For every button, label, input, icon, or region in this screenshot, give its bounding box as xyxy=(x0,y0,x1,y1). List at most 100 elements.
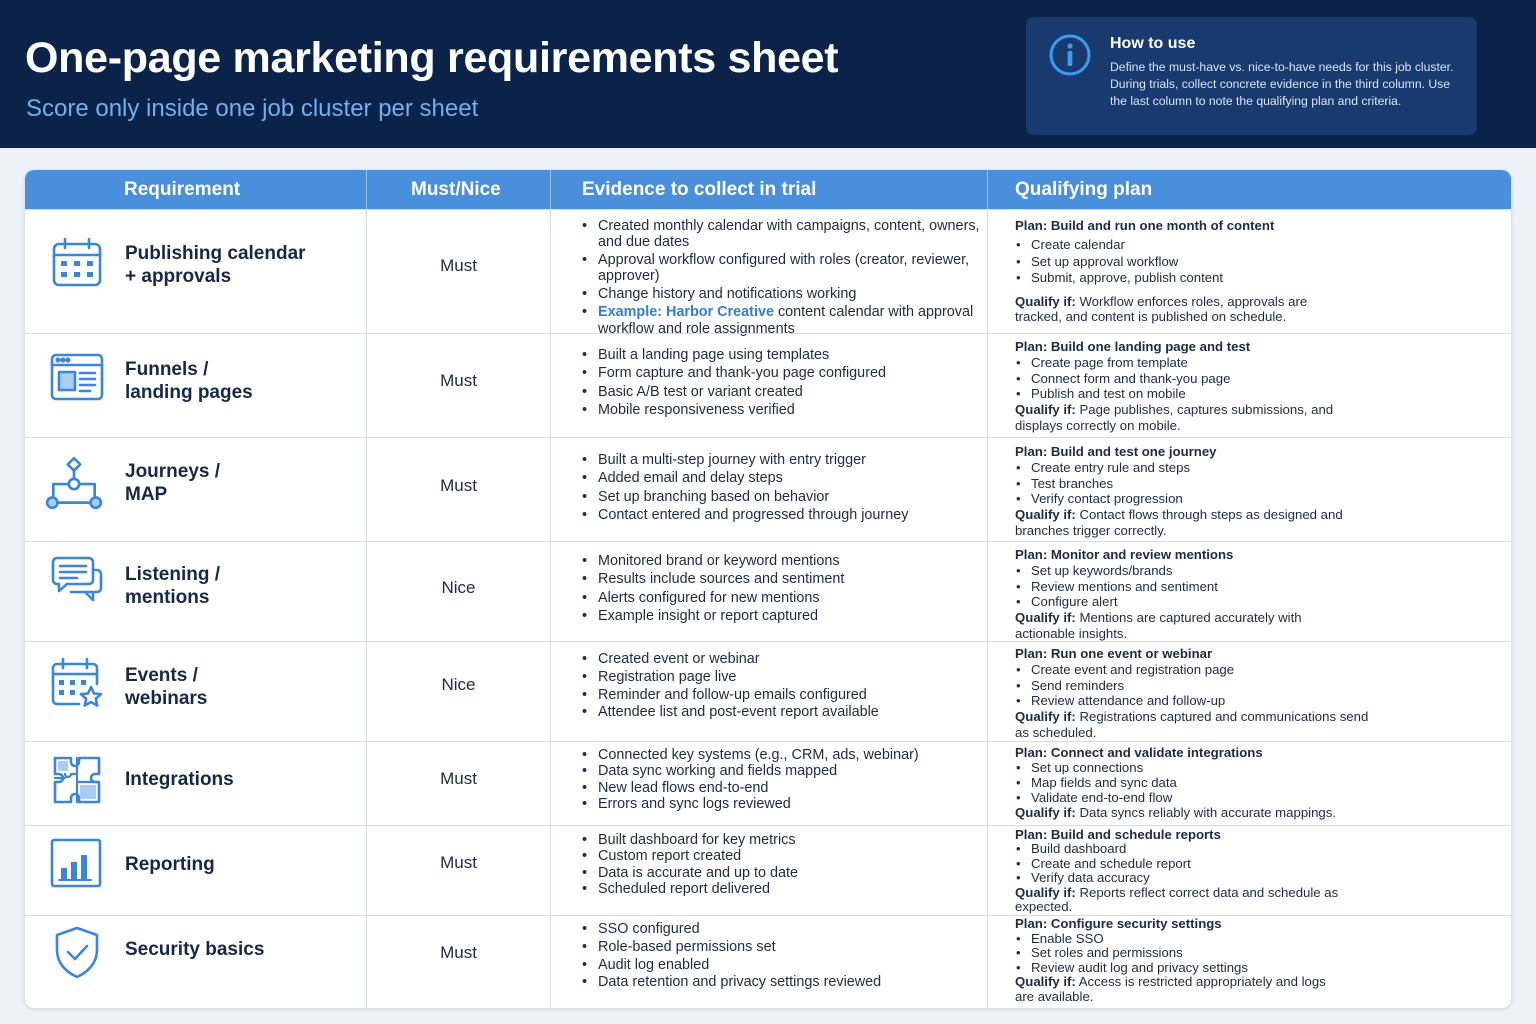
table-row: Funnels / landing pages Must Built a lan… xyxy=(25,333,1511,437)
plan-step: Enable SSO xyxy=(1015,931,1495,947)
plan-title: Plan: Build and run one month of content xyxy=(1015,218,1275,233)
table-row: Listening / mentions Nice Monitored bran… xyxy=(25,541,1511,641)
how-to-use-text: Define the must-have vs. nice-to-have ne… xyxy=(1110,60,1454,108)
evidence-list: Built dashboard for key metrics Custom r… xyxy=(582,832,982,899)
table-row: Integrations Must Connected key systems … xyxy=(25,741,1511,825)
plan-step: Review attendance and follow-up xyxy=(1015,693,1495,709)
qualifying-plan: Plan: Run one event or webinar Create ev… xyxy=(1015,646,1495,741)
page-title: One-page marketing requirements sheet xyxy=(25,34,839,82)
plan-title: Plan: Build one landing page and test xyxy=(1015,339,1251,354)
requirement-name: Integrations xyxy=(125,769,234,790)
plan-title: Plan: Monitor and review mentions xyxy=(1015,547,1234,562)
plan-step: Create calendar xyxy=(1015,237,1495,254)
qualify-criteria: Qualify if: Data syncs reliably with acc… xyxy=(1015,805,1337,820)
qualifying-plan: Plan: Build and run one month of content… xyxy=(1015,218,1495,324)
table-row: Journeys / MAP Must Built a multi-step j… xyxy=(25,437,1511,541)
table-row: Security basics Must SSO configured Role… xyxy=(25,915,1511,1008)
requirement-name: Journeys / MAP xyxy=(125,461,221,505)
evidence-item: Reminder and follow-up emails configured xyxy=(582,687,982,704)
evidence-item: Built dashboard for key metrics xyxy=(582,832,982,849)
qualify-criteria: Qualify if: Access is restricted appropr… xyxy=(1015,974,1326,1004)
evidence-item: Mobile responsiveness verified xyxy=(582,402,982,419)
evidence-item: SSO configured xyxy=(582,921,982,938)
evidence-item: Alerts configured for new mentions xyxy=(582,590,982,607)
plan-title: Plan: Build and schedule reports xyxy=(1015,827,1221,842)
evidence-list: SSO configured Role-based permissions se… xyxy=(582,921,982,992)
journey-map-icon xyxy=(43,452,103,510)
must-nice-value: Nice xyxy=(441,578,476,597)
must-nice-value: Nice xyxy=(441,675,476,694)
event-calendar-star-icon xyxy=(49,656,105,712)
evidence-item: Created event or webinar xyxy=(582,651,982,668)
plan-step: Review audit log and privacy settings xyxy=(1015,960,1495,976)
plan-step: Test branches xyxy=(1015,476,1495,492)
table-header: Requirement Must/Nice Evidence to collec… xyxy=(25,170,1511,209)
page-subtitle: Score only inside one job cluster per sh… xyxy=(26,95,479,122)
evidence-item: Registration page live xyxy=(582,669,982,686)
evidence-item: Results include sources and sentiment xyxy=(582,571,982,588)
column-header-requirement: Requirement xyxy=(124,179,241,200)
plan-step: Review mentions and sentiment xyxy=(1015,579,1495,595)
qualify-criteria: Qualify if: Registrations captured and c… xyxy=(1015,709,1369,740)
evidence-item: Created monthly calendar with campaigns,… xyxy=(582,218,982,250)
how-to-use-panel: How to use Define the must-have vs. nice… xyxy=(1026,17,1477,135)
plan-step: Set up connections xyxy=(1015,760,1495,775)
evidence-item: Role-based permissions set xyxy=(582,939,982,956)
table-row: Reporting Must Built dashboard for key m… xyxy=(25,825,1511,915)
evidence-item: Contact entered and progressed through j… xyxy=(582,507,982,524)
how-to-use-title: How to use xyxy=(1110,35,1196,52)
evidence-list: Connected key systems (e.g., CRM, ads, w… xyxy=(582,747,982,814)
must-nice-value: Must xyxy=(440,853,477,872)
page-header: One-page marketing requirements sheet Sc… xyxy=(0,0,1536,148)
requirement-name: Security basics xyxy=(125,939,265,960)
qualifying-plan: Plan: Connect and validate integrations … xyxy=(1015,745,1495,820)
must-nice-value: Must xyxy=(440,256,477,275)
requirement-name: Funnels / landing pages xyxy=(125,359,253,403)
evidence-item: Built a landing page using templates xyxy=(582,347,982,364)
must-nice-value: Must xyxy=(440,476,477,495)
evidence-item: Custom report created xyxy=(582,848,982,865)
plan-step: Submit, approve, publish content xyxy=(1015,270,1495,287)
puzzle-icon xyxy=(49,752,105,808)
qualify-criteria: Qualify if: Mentions are captured accura… xyxy=(1015,610,1302,641)
evidence-item: Example insight or report captured xyxy=(582,608,982,625)
qualify-criteria: Qualify if: Contact flows through steps … xyxy=(1015,507,1343,538)
plan-step: Verify data accuracy xyxy=(1015,870,1495,886)
column-header-evidence: Evidence to collect in trial xyxy=(582,179,817,200)
plan-step: Create and schedule report xyxy=(1015,856,1495,872)
evidence-list: Created monthly calendar with campaigns,… xyxy=(582,218,982,339)
evidence-list: Built a multi-step journey with entry tr… xyxy=(582,452,982,525)
qualify-criteria: Qualify if: Workflow enforces roles, app… xyxy=(1015,293,1308,325)
qualifying-plan: Plan: Monitor and review mentions Set up… xyxy=(1015,547,1495,642)
qualify-criteria: Qualify if: Page publishes, captures sub… xyxy=(1015,402,1334,433)
evidence-item: New lead flows end-to-end xyxy=(582,780,982,797)
evidence-list: Created event or webinar Registration pa… xyxy=(582,651,982,722)
evidence-example-item: Example: Harbor Creative content calenda… xyxy=(582,304,982,336)
plan-step: Set roles and permissions xyxy=(1015,946,1495,961)
table-row: Events / webinars Nice Created event or … xyxy=(25,641,1511,741)
requirement-name: Publishing calendar + approvals xyxy=(125,243,306,287)
column-header-must-nice: Must/Nice xyxy=(411,179,501,200)
bar-chart-icon xyxy=(49,836,105,892)
evidence-list: Monitored brand or keyword mentions Resu… xyxy=(582,553,982,626)
plan-step: Connect form and thank-you page xyxy=(1015,371,1495,387)
landing-page-icon xyxy=(49,350,105,406)
evidence-item: Monitored brand or keyword mentions xyxy=(582,553,982,570)
qualify-criteria: Qualify if: Reports reflect correct data… xyxy=(1015,884,1339,915)
evidence-item: Data retention and privacy settings revi… xyxy=(582,974,982,991)
evidence-item: Audit log enabled xyxy=(582,957,982,974)
calendar-icon xyxy=(49,235,105,291)
evidence-item: Added email and delay steps xyxy=(582,470,982,487)
plan-step: Set up keywords/brands xyxy=(1015,563,1495,579)
plan-step: Verify contact progression xyxy=(1015,491,1495,507)
plan-step: Validate end-to-end flow xyxy=(1015,790,1495,805)
plan-step: Publish and test on mobile xyxy=(1015,386,1495,402)
qualifying-plan: Plan: Build and schedule reports Build d… xyxy=(1015,827,1495,915)
plan-step: Create page from template xyxy=(1015,355,1495,371)
qualifying-plan: Plan: Build one landing page and test Cr… xyxy=(1015,339,1495,434)
evidence-item: Scheduled report delivered xyxy=(582,881,982,898)
evidence-item: Errors and sync logs reviewed xyxy=(582,796,982,813)
evidence-item: Basic A/B test or variant created xyxy=(582,384,982,401)
chat-bubbles-icon xyxy=(49,554,105,610)
plan-title: Plan: Configure security settings xyxy=(1015,916,1222,931)
